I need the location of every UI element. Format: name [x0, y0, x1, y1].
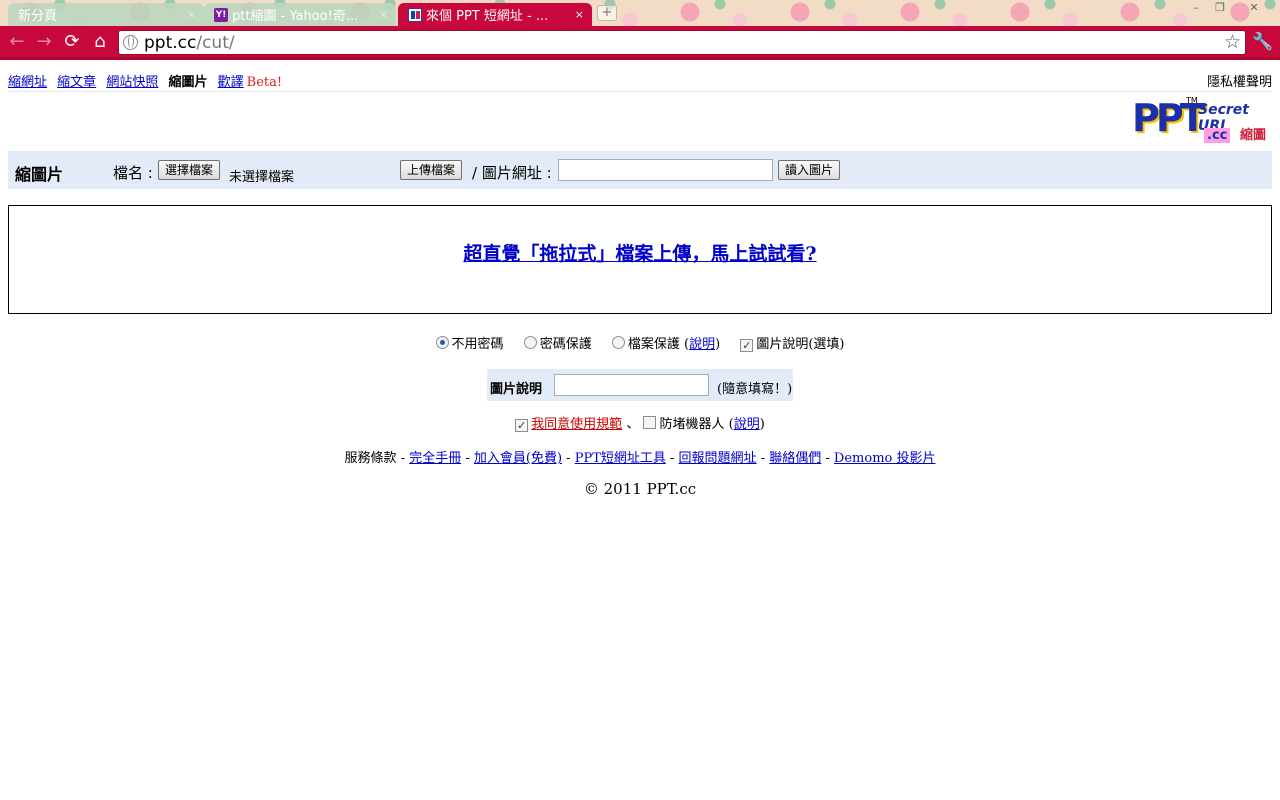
paren-close: ) [759, 417, 765, 432]
logo-cut: 縮圖 [1240, 128, 1267, 143]
checkbox-checked-icon[interactable]: ✓ [515, 419, 529, 432]
file-label: 檔名 : [113, 164, 153, 182]
tab-new-tab[interactable]: 新分頁 × [8, 3, 204, 26]
image-description-box: 圖片說明 (隨意填寫！) [487, 369, 793, 401]
footer-links: 服務條款 - 完全手冊 - 加入會員(免費) - PPT短網址工具 - 回報問題… [344, 451, 936, 466]
tab-close-icon[interactable]: × [187, 8, 196, 21]
tab-ppt-active[interactable]: 來個 PPT 短網址 - ... × [398, 3, 592, 26]
footer-link-tools[interactable]: PPT短網址工具 [575, 451, 666, 466]
browser-toolbar: ← → ⟳ ⌂ ppt.cc/cut/ ☆ 🔧 [0, 26, 1280, 60]
option-no-password[interactable]: 不用密碼 [435, 333, 504, 352]
tab-title: 來個 PPT 短網址 - ... [426, 9, 549, 24]
upload-file-button[interactable]: 上傳檔案 [400, 160, 463, 180]
image-url-label: / 圖片網址 : [472, 164, 552, 182]
footer-link-demomo[interactable]: Demomo 投影片 [834, 451, 936, 466]
ppt-logo[interactable]: PPT TM Secret URL .cc 縮圖 [1128, 96, 1274, 150]
option-image-desc[interactable]: ✓ 圖片說明(選填) [740, 333, 844, 352]
option-label: 密碼保護 [539, 337, 592, 352]
footer-link-contact[interactable]: 聯絡偶們 [769, 451, 821, 466]
image-description-hint: (隨意填寫！) [717, 382, 793, 397]
new-tab-button[interactable]: + [597, 5, 617, 21]
tab-close-icon[interactable]: × [379, 8, 388, 21]
tab-title: ptt縮圖 - Yahoo!奇... [232, 9, 359, 24]
beta-badge: Beta! [246, 75, 283, 90]
footer-prefix: 服務條款 - [344, 451, 406, 466]
logo-tm: TM [1186, 96, 1198, 105]
separator: 、 [626, 417, 640, 432]
paren-close: ) [715, 337, 721, 352]
tab-title: 新分頁 [18, 9, 58, 24]
image-description-label: 圖片說明 [490, 382, 543, 397]
explain-link[interactable]: 說明 [689, 337, 715, 352]
bookmark-star-icon[interactable]: ☆ [1224, 31, 1241, 54]
nav-shorten-url[interactable]: 縮網址 [8, 75, 47, 90]
footer-link-report[interactable]: 回報問題網址 [679, 451, 757, 466]
logo-cc: .cc [1204, 128, 1231, 143]
url-host: ppt.cc [144, 32, 197, 53]
minimize-icon[interactable]: – [1184, 0, 1208, 17]
radio-icon[interactable] [523, 336, 537, 349]
drag-drop-zone[interactable]: 超直覺「拖拉式」檔案上傳，馬上試試看? [8, 205, 1272, 314]
checkbox-checked-icon[interactable]: ✓ [740, 339, 754, 352]
nav-shorten-article[interactable]: 縮文章 [57, 75, 96, 90]
tab-yahoo[interactable]: Y! ptt縮圖 - Yahoo!奇... × [204, 3, 396, 26]
option-label: 檔案保護 [627, 337, 680, 352]
tab-strip: 新分頁 × Y! ptt縮圖 - Yahoo!奇... × 來個 PPT 短網址… [0, 0, 1280, 26]
option-password[interactable]: 密碼保護 [523, 333, 592, 352]
copyright: © 2011 PPT.cc [583, 480, 697, 498]
no-file-text: 未選擇檔案 [229, 170, 295, 185]
nav-site-snapshot[interactable]: 網站快照 [106, 75, 158, 90]
ppt-favicon-icon [408, 7, 422, 22]
reload-icon[interactable]: ⟳ [61, 31, 83, 53]
anti-robot-explain-link[interactable]: 說明 [734, 417, 760, 432]
radio-selected-icon[interactable] [435, 336, 449, 349]
wrench-icon[interactable]: 🔧 [1252, 31, 1274, 53]
url-path: /cut/ [196, 32, 235, 53]
footer-link-manual[interactable]: 完全手冊 [409, 451, 461, 466]
top-nav: 縮網址 縮文章 網站快照 縮圖片 歡譯 Beta! [8, 71, 282, 90]
divider [8, 91, 1272, 92]
yahoo-favicon-icon: Y! [214, 7, 228, 22]
privacy-link[interactable]: 隱私權聲明 [1207, 71, 1272, 90]
maximize-icon[interactable]: ❐ [1208, 0, 1232, 17]
address-bar[interactable]: ppt.cc/cut/ ☆ [118, 30, 1246, 55]
forward-arrow-icon[interactable]: → [33, 31, 55, 53]
nav-shrink-image-current: 縮圖片 [168, 75, 208, 90]
drag-drop-link[interactable]: 超直覺「拖拉式」檔案上傳，馬上試試看? [463, 239, 816, 266]
anti-robot-label: 防堵機器人 [659, 417, 725, 432]
option-label: 不用密碼 [451, 337, 504, 352]
image-url-input[interactable] [558, 159, 773, 181]
radio-icon[interactable] [611, 336, 625, 349]
footer-link-join[interactable]: 加入會員(免費) [474, 451, 562, 466]
tab-close-icon[interactable]: × [575, 8, 584, 21]
load-image-button[interactable]: 讀入圖片 [778, 160, 841, 180]
agreement-row: ✓ 我同意使用規範 、 防堵機器人 (說明) [0, 413, 1280, 432]
checkbox-icon[interactable] [643, 416, 657, 429]
option-file-protect[interactable]: 檔案保護 (說明) [611, 333, 721, 352]
home-icon[interactable]: ⌂ [89, 31, 111, 53]
protection-options: 不用密碼 密碼保護 檔案保護 (說明) ✓ 圖片說明(選填) [0, 333, 1280, 352]
option-label: 圖片說明(選填) [756, 337, 845, 352]
upload-bar: 縮圖片 檔名 : 選擇檔案 未選擇檔案 上傳檔案 / 圖片網址 : 讀入圖片 [8, 151, 1272, 189]
globe-icon [123, 35, 138, 50]
nav-translate[interactable]: 歡譯 [218, 75, 244, 90]
choose-file-button[interactable]: 選擇檔案 [158, 160, 221, 180]
back-arrow-icon[interactable]: ← [6, 31, 28, 53]
image-description-input[interactable] [554, 374, 709, 396]
window-close-icon[interactable]: ✕ [1234, 0, 1274, 17]
terms-link[interactable]: 我同意使用規範 [531, 417, 622, 432]
upload-title: 縮圖片 [15, 165, 64, 184]
